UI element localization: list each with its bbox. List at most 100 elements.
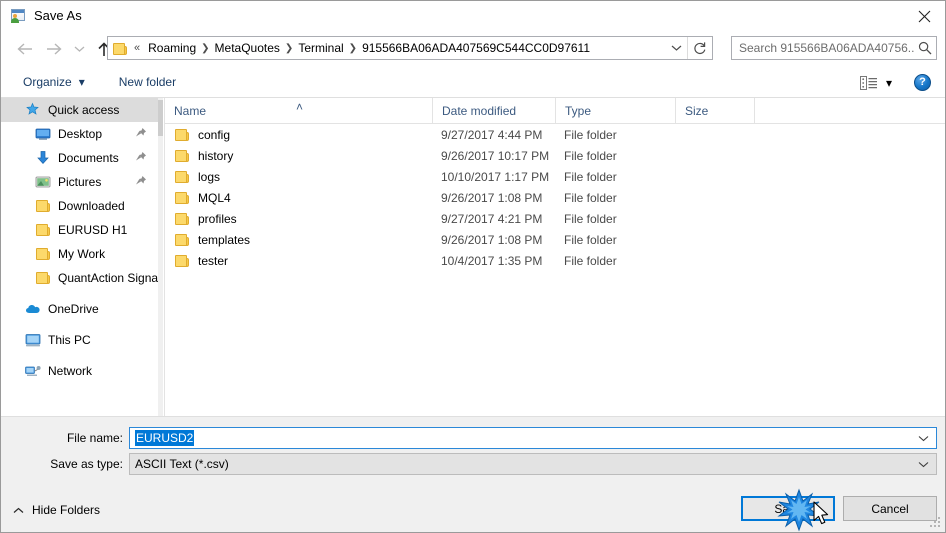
sidebar-item-label: Documents [58,151,119,165]
back-button[interactable] [9,34,39,64]
chevron-down-icon[interactable] [910,428,936,448]
table-row[interactable]: tester 10/4/2017 1:35 PM File folder [165,250,945,271]
sidebar-item-desktop[interactable]: Desktop [1,122,159,146]
file-list-pane: Name ˄ Date modified Type Size config 9/… [164,98,945,416]
new-folder-button[interactable]: New folder [111,70,184,94]
folder-icon [174,190,190,206]
file-name-label: templates [198,232,251,247]
file-name-input[interactable]: EURUSD2 [129,427,937,449]
column-header-type[interactable]: Type [555,98,675,123]
chevron-down-icon[interactable] [910,454,936,474]
save-as-type-select[interactable]: ASCII Text (*.csv) [129,453,937,475]
save-button[interactable]: Save [741,496,835,521]
table-row[interactable]: config 9/27/2017 4:44 PM File folder [165,124,945,145]
pin-icon[interactable] [135,175,147,188]
folder-icon [35,222,51,238]
hide-folders-button[interactable]: Hide Folders [13,503,100,517]
file-name-label: logs [198,169,221,184]
folder-icon [174,232,190,248]
search-icon[interactable] [914,41,936,55]
help-button[interactable]: ? [914,74,931,91]
file-name-label: profiles [198,211,237,226]
navigation-sidebar[interactable]: Quick access Desktop Documents Pictures … [1,98,159,416]
sidebar-item-documents[interactable]: Documents [1,146,159,170]
sidebar-item-label: Pictures [58,175,102,189]
sidebar-item-pictures[interactable]: Pictures [1,170,159,194]
breadcrumb-overflow[interactable]: « [128,42,144,54]
close-button[interactable] [901,1,945,31]
resize-grip-icon[interactable] [929,516,942,529]
sidebar-item-quick-access[interactable]: Quick access [1,98,159,122]
chevron-down-icon: ▾ [78,75,85,89]
cancel-button-label: Cancel [871,501,909,516]
address-dropdown-button[interactable] [665,37,687,59]
breadcrumb-item-roaming[interactable]: Roaming [144,41,200,55]
refresh-button[interactable] [687,37,712,59]
table-row[interactable]: templates 9/26/2017 1:08 PM File folder [165,229,945,250]
change-view-button[interactable]: ▾ [856,71,896,95]
folder-icon [174,127,190,143]
file-name-cell: config [165,127,432,143]
breadcrumb-item-terminal[interactable]: Terminal [294,41,347,55]
file-name-value[interactable]: EURUSD2 [135,430,195,446]
table-row[interactable]: logs 10/10/2017 1:17 PM File folder [165,166,945,187]
file-date-cell: 9/27/2017 4:21 PM [441,211,543,226]
table-row[interactable]: history 9/26/2017 10:17 PM File folder [165,145,945,166]
table-row[interactable]: profiles 9/27/2017 4:21 PM File folder [165,208,945,229]
sidebar-item-label: OneDrive [48,302,99,316]
file-name-cell: logs [165,169,432,185]
sort-ascending-caret-icon: ˄ [296,100,304,114]
folder-icon [174,253,190,269]
organize-label: Organize [23,75,72,89]
file-name-cell: tester [165,253,432,269]
search-box[interactable]: Search 915566BA06ADA40756... [731,36,937,60]
cancel-button[interactable]: Cancel [843,496,937,521]
sidebar-item-downloaded[interactable]: Downloaded [1,194,159,218]
sidebar-item-eurusd-h1[interactable]: EURUSD H1 [1,218,159,242]
sidebar-item-label: Quick access [48,103,120,117]
pictures-icon [35,174,51,190]
pin-icon[interactable] [135,151,147,164]
table-row[interactable]: MQL4 9/26/2017 1:08 PM File folder [165,187,945,208]
sidebar-scrollbar-track[interactable] [158,98,163,416]
save-button-label: Save [774,501,802,516]
breadcrumb: « Roaming ❯ MetaQuotes ❯ Terminal ❯ 9155… [128,41,665,55]
recent-locations-button[interactable] [69,34,89,64]
sidebar-item-network[interactable]: Network [1,359,159,383]
pin-icon[interactable] [135,127,147,140]
search-input[interactable]: Search 915566BA06ADA40756... [739,41,914,55]
chevron-up-icon [13,507,24,514]
sidebar-item-my-work[interactable]: My Work [1,242,159,266]
sidebar-item-this-pc[interactable]: This PC [1,328,159,352]
folder-icon [174,169,190,185]
sidebar-item-label: Downloaded [58,199,125,213]
organize-button[interactable]: Organize ▾ [15,70,93,94]
column-header-date-modified[interactable]: Date modified [432,98,555,123]
forward-button[interactable] [39,34,69,64]
sidebar-item-label: EURUSD H1 [58,223,128,237]
address-bar[interactable]: « Roaming ❯ MetaQuotes ❯ Terminal ❯ 9155… [107,36,713,60]
sidebar-scrollbar-thumb[interactable] [158,100,163,136]
save-as-dialog: Save As « Roaming ❯ MetaQuotes ❯ Termina… [0,0,946,533]
folder-icon [35,270,51,286]
sidebar-item-label: QuantAction Signal [58,271,159,285]
breadcrumb-item-metaquotes[interactable]: MetaQuotes [211,41,284,55]
sidebar-item-quantaction-signal[interactable]: QuantAction Signal [1,266,159,290]
refresh-icon [694,42,706,54]
breadcrumb-separator[interactable]: ❯ [348,43,358,54]
documents-download-icon [35,150,51,166]
breadcrumb-separator[interactable]: ❯ [284,43,294,54]
breadcrumb-separator[interactable]: ❯ [200,43,210,54]
file-type-cell: File folder [564,148,617,163]
new-folder-label: New folder [118,75,177,89]
folder-icon [112,41,128,55]
hide-folders-label: Hide Folders [32,503,101,517]
file-type-cell: File folder [564,127,617,142]
file-name-cell: history [165,148,432,164]
this-pc-icon [25,332,41,348]
file-date-cell: 9/26/2017 10:17 PM [441,148,550,163]
column-header-name[interactable]: Name ˄ [165,98,432,123]
sidebar-item-onedrive[interactable]: OneDrive [1,297,159,321]
breadcrumb-item-guid[interactable]: 915566BA06ADA407569C544CC0D97611 [358,41,594,55]
column-header-size[interactable]: Size [675,98,754,123]
